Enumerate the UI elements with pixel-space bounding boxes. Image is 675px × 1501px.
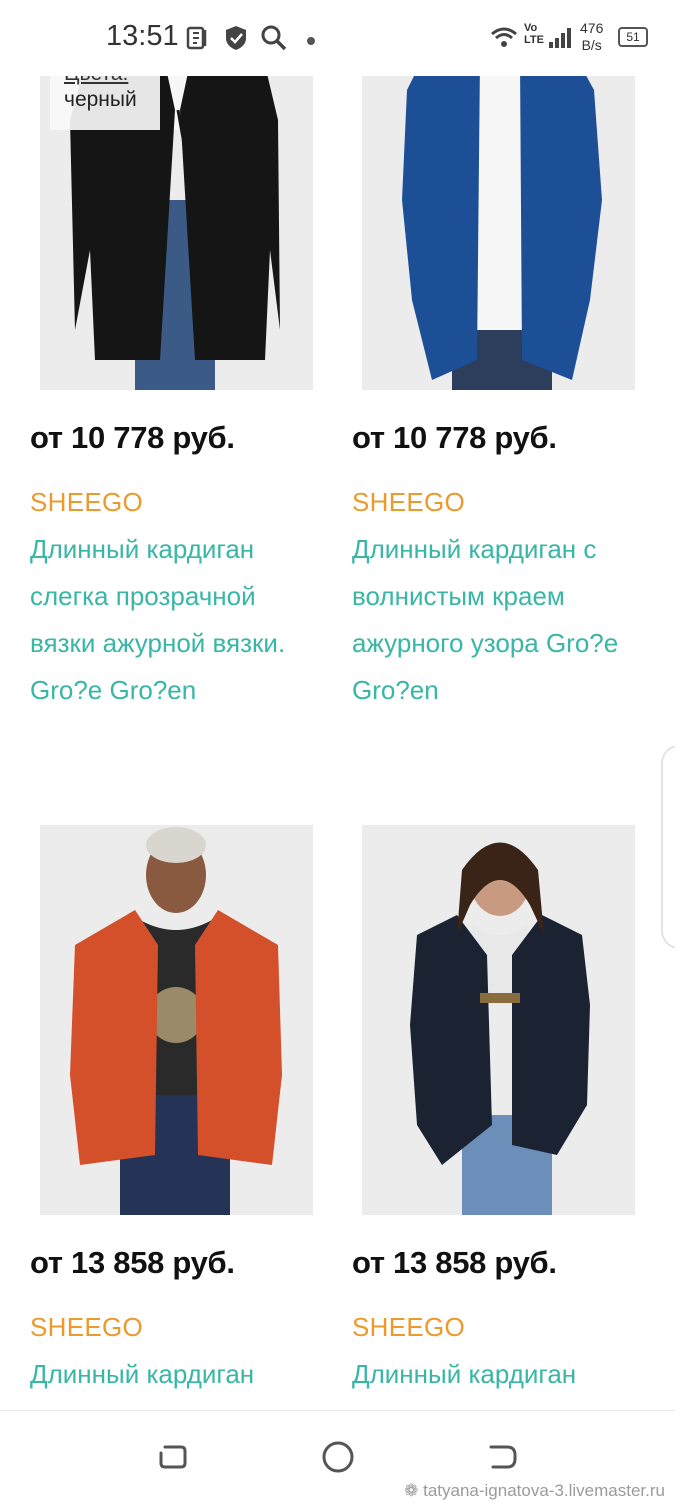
wifi-icon	[490, 26, 518, 53]
home-button[interactable]	[318, 1437, 358, 1477]
network-label: Vo LTE	[524, 22, 544, 46]
speed-value: 476	[580, 20, 604, 36]
battery-icon: 51	[618, 27, 648, 47]
net-speed: 476 B/s	[580, 20, 603, 54]
product-price: от 13 858 руб.	[30, 1245, 235, 1280]
product-brand[interactable]: SHEEGO	[30, 487, 143, 518]
battery-level: 51	[626, 30, 640, 44]
tiktok-icon	[186, 24, 212, 57]
signal-icon	[548, 27, 572, 54]
recents-button[interactable]	[153, 1437, 193, 1477]
product-price: от 10 778 руб.	[30, 420, 235, 455]
status-time: 13:51	[106, 20, 179, 52]
shield-icon	[224, 24, 248, 57]
product-name[interactable]: Длинный кардиган	[30, 1351, 320, 1398]
network-label-top: Vo	[524, 22, 538, 34]
product-price: от 10 778 руб.	[352, 420, 557, 455]
search-icon	[260, 24, 288, 57]
network-label-bottom: LTE	[524, 34, 544, 46]
status-bar: 13:51 Vo LTE 476 B/s 51	[0, 0, 675, 76]
watermark-text: tatyana-ignatova-3.livemaster.ru	[423, 1481, 665, 1500]
product-image[interactable]	[362, 825, 635, 1215]
product-name[interactable]: Длинный кардиган с волнистым краем ажурн…	[352, 526, 642, 714]
flower-icon: ❁	[404, 1481, 424, 1500]
product-grid: Цвета: черный от 10 778 руб. SHEEGO Длин…	[0, 0, 675, 1410]
navigation-bar: ❁ tatyana-ignatova-3.livemaster.ru	[0, 1410, 675, 1501]
product-price: от 13 858 руб.	[352, 1245, 557, 1280]
product-brand[interactable]: SHEEGO	[30, 1312, 143, 1343]
color-chip[interactable]: Цвета: черный	[50, 62, 160, 130]
watermark: ❁ tatyana-ignatova-3.livemaster.ru	[404, 1481, 665, 1501]
speed-unit: B/s	[581, 37, 602, 53]
product-brand[interactable]: SHEEGO	[352, 1312, 465, 1343]
product-name[interactable]: Длинный кардиган	[352, 1351, 642, 1398]
edge-panel-handle[interactable]	[661, 745, 675, 949]
color-value: черный	[64, 88, 137, 111]
product-brand[interactable]: SHEEGO	[352, 487, 465, 518]
dot-icon	[306, 33, 316, 51]
back-button[interactable]	[483, 1437, 523, 1477]
product-name[interactable]: Длинный кардиган слегка прозрачной вязки…	[30, 526, 320, 714]
product-image[interactable]	[40, 825, 313, 1215]
